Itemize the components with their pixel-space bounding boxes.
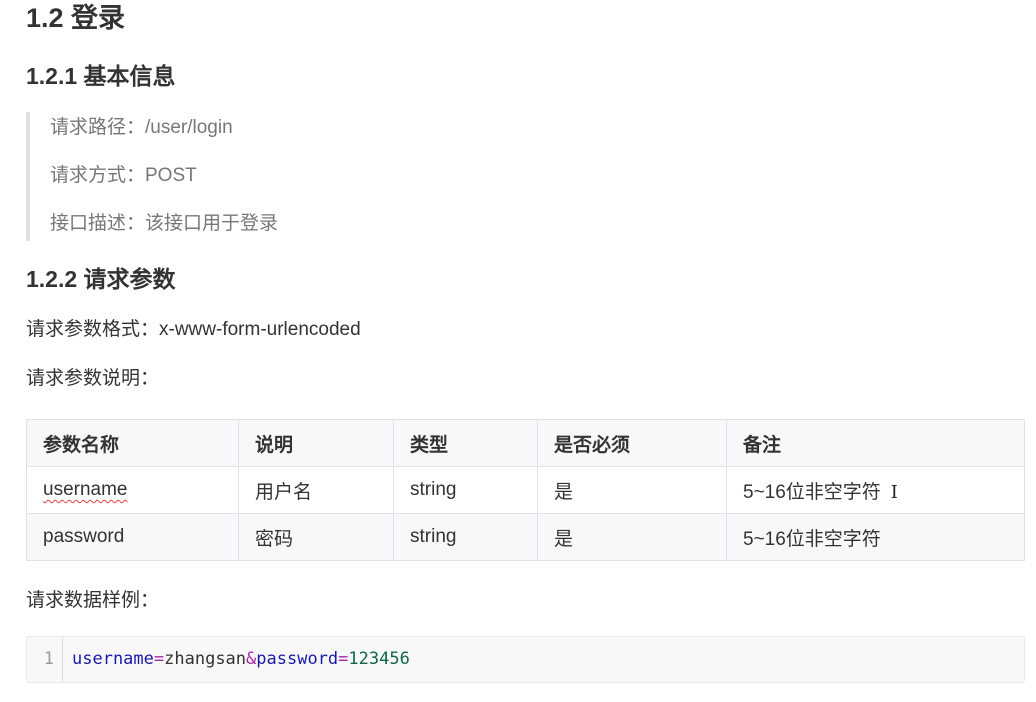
code-block[interactable]: 1 username=zhangsan&password=123456 [26,636,1025,683]
table-row: password 密码 string 是 5~16位非空字符 [26,513,1025,561]
section-heading: 1.2 登录 [26,3,126,33]
line-number: 1 [27,637,63,682]
code-value-number: 123456 [348,649,410,669]
table-row: username 用户名 string 是 5~16位非空字符 I [26,466,1025,514]
header-param-name: 参数名称 [26,419,239,467]
header-required: 是否必须 [537,419,727,467]
param-explain-text: 请求参数说明： [26,368,160,389]
table-cell[interactable]: 5~16位非空字符 I [726,466,1025,514]
request-path-text: 请求路径：/user/login [50,117,233,138]
table-cell[interactable]: string [393,513,538,561]
params-table: 参数名称 说明 类型 是否必须 备注 username 用户名 string 是… [26,419,1025,561]
header-description: 说明 [238,419,394,467]
endpoint-description-text: 接口描述：该接口用于登录 [50,213,279,234]
code-equals: = [338,649,349,669]
table-cell[interactable]: 5~16位非空字符 [726,513,1025,561]
code-key-password: password [256,649,339,669]
document-page: 1.2 登录 1.2.1 基本信息 请求路径：/user/login 请求方式：… [0,0,1036,702]
code-ampersand: & [246,649,257,669]
table-cell[interactable]: string [393,466,538,514]
text-cursor-icon: I [890,481,898,503]
request-params-heading: 1.2.2 请求参数 [26,266,176,292]
table-cell[interactable]: 是 [537,513,727,561]
table-cell[interactable]: 密码 [238,513,394,561]
code-line[interactable]: username=zhangsan&password=123456 [72,637,410,682]
header-remark: 备注 [726,419,1025,467]
param-name-username: username [43,479,128,500]
param-format-text: 请求参数格式：x-www-form-urlencoded [26,319,361,340]
table-cell[interactable]: password [26,513,239,561]
header-type: 类型 [393,419,538,467]
table-cell[interactable]: 用户名 [238,466,394,514]
basic-info-heading: 1.2.1 基本信息 [26,63,176,89]
table-cell[interactable]: username [26,466,239,514]
table-header-row: 参数名称 说明 类型 是否必须 备注 [26,419,1025,467]
code-equals: = [153,649,165,669]
table-cell[interactable]: 是 [537,466,727,514]
sample-label-text: 请求数据样例： [26,590,160,611]
code-key-username: username [72,649,154,669]
remark-text: 5~16位非空字符 [743,481,881,503]
code-value-zhangsan: zhangsan [164,649,247,669]
request-method-text: 请求方式：POST [50,165,197,186]
basic-info-blockquote: 请求路径：/user/login 请求方式：POST 接口描述：该接口用于登录 [26,112,426,241]
